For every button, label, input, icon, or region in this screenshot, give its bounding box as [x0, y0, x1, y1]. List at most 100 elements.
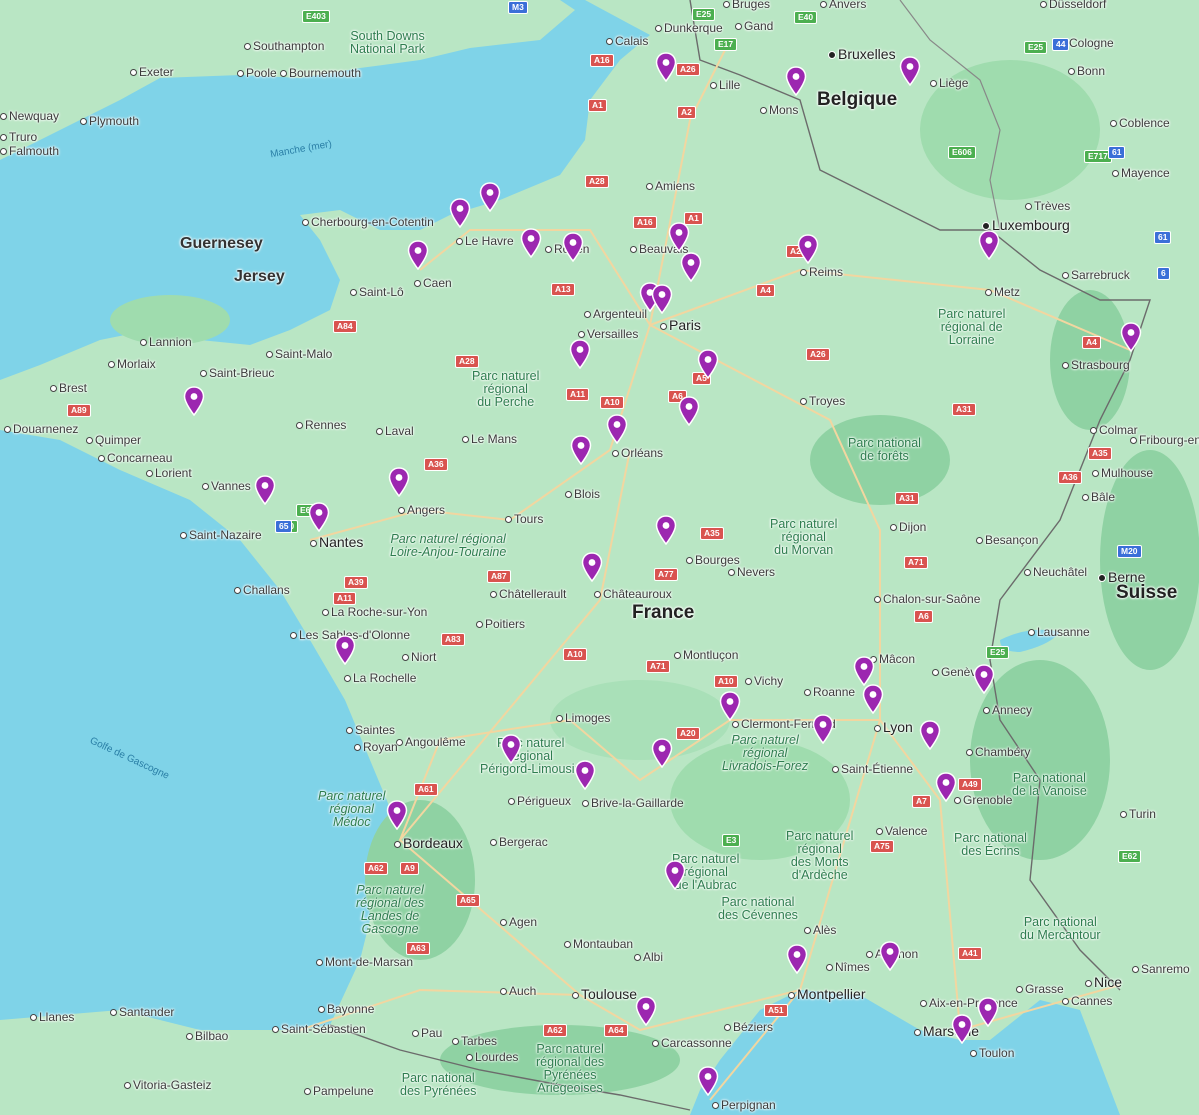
location-pin-icon[interactable] — [254, 475, 276, 505]
location-pin-icon[interactable] — [899, 56, 921, 86]
location-pin-icon[interactable] — [812, 714, 834, 744]
location-pin-icon[interactable] — [407, 240, 429, 270]
road-shield: A89 — [67, 404, 91, 417]
road-shield: A71 — [904, 556, 928, 569]
city-label: Anvers — [820, 0, 866, 11]
location-pin-icon[interactable] — [569, 339, 591, 369]
location-pin-icon[interactable] — [951, 1014, 973, 1044]
location-pin-icon[interactable] — [719, 691, 741, 721]
city-label: Santander — [110, 1005, 174, 1019]
road-shield: E25 — [1024, 41, 1048, 54]
city-label: Llanes — [30, 1010, 74, 1024]
location-pin-icon[interactable] — [574, 760, 596, 790]
city-label: Lannion — [140, 335, 192, 349]
road-shield: 65 — [275, 520, 293, 533]
city-label: Saint-Nazaire — [180, 528, 262, 542]
city-label: Caen — [414, 276, 452, 290]
city-label: Vitoria-Gasteiz — [124, 1078, 211, 1092]
location-pin-icon[interactable] — [562, 232, 584, 262]
city-label: Troyes — [800, 394, 845, 408]
road-shield: A2 — [677, 106, 696, 119]
road-shield: 44 — [1052, 38, 1070, 51]
city-label: Cannes — [1062, 994, 1112, 1008]
location-pin-icon[interactable] — [978, 230, 1000, 260]
city-label: Blois — [565, 487, 600, 501]
location-pin-icon[interactable] — [664, 860, 686, 890]
location-pin-icon[interactable] — [386, 800, 408, 830]
city-label: Lorient — [146, 466, 192, 480]
location-pin-icon[interactable] — [668, 222, 690, 252]
location-pin-icon[interactable] — [680, 252, 702, 282]
location-pin-icon[interactable] — [651, 284, 673, 314]
location-pin-icon[interactable] — [308, 502, 330, 532]
location-pin-icon[interactable] — [797, 234, 819, 264]
park-label: Parc naturel régional Périgord-Limousin — [480, 736, 582, 776]
location-pin-icon[interactable] — [655, 52, 677, 82]
city-label: Gand — [735, 19, 773, 33]
road-shield: A31 — [895, 492, 919, 505]
city-label: Saint-Étienne — [832, 762, 913, 776]
city-label: Mons — [760, 103, 798, 117]
location-pin-icon[interactable] — [697, 1066, 719, 1096]
park-label: Parc national des Écrins — [954, 831, 1027, 858]
city-label: Limoges — [556, 711, 610, 725]
location-pin-icon[interactable] — [697, 349, 719, 379]
location-pin-icon[interactable] — [919, 720, 941, 750]
city-label: Neuchâtel — [1024, 565, 1087, 579]
location-pin-icon[interactable] — [853, 656, 875, 686]
location-pin-icon[interactable] — [183, 386, 205, 416]
road-shield: A41 — [958, 947, 982, 960]
location-pin-icon[interactable] — [520, 228, 542, 258]
road-shield: A83 — [441, 633, 465, 646]
city-label: Sarrebruck — [1062, 268, 1130, 282]
city-label: Nevers — [728, 565, 775, 579]
city-label: Saint-Lô — [350, 285, 404, 299]
park-label: Parc national de la Vanoise — [1012, 771, 1087, 798]
location-pin-icon[interactable] — [935, 772, 957, 802]
location-pin-icon[interactable] — [570, 435, 592, 465]
city-label: Pampelune — [304, 1084, 374, 1098]
location-pin-icon[interactable] — [388, 467, 410, 497]
location-pin-icon[interactable] — [655, 515, 677, 545]
road-shield: A51 — [764, 1004, 788, 1017]
location-pin-icon[interactable] — [635, 996, 657, 1026]
city-label: Exeter — [130, 65, 174, 79]
location-pin-icon[interactable] — [973, 664, 995, 694]
city-label: Chambéry — [966, 745, 1030, 759]
city-label: Rennes — [296, 418, 346, 432]
location-pin-icon[interactable] — [1120, 322, 1142, 352]
road-shield: 61 — [1108, 146, 1126, 159]
road-shield: A35 — [1088, 447, 1112, 460]
map-canvas[interactable]: France Belgique Suisse Guernesey Jersey Paris… — [0, 0, 1199, 1115]
road-shield: E25 — [986, 646, 1010, 659]
city-label: Besançon — [976, 533, 1038, 547]
location-pin-icon[interactable] — [879, 941, 901, 971]
location-pin-icon[interactable] — [651, 738, 673, 768]
city-label: Mont-de-Marsan — [316, 955, 413, 969]
location-pin-icon[interactable] — [479, 182, 501, 212]
city-label: Mâcon — [870, 652, 915, 666]
location-pin-icon[interactable] — [500, 734, 522, 764]
road-shield: E403 — [302, 10, 330, 23]
location-pin-icon[interactable] — [581, 552, 603, 582]
location-pin-icon[interactable] — [786, 944, 808, 974]
city-label: Liège — [930, 76, 968, 90]
location-pin-icon[interactable] — [977, 997, 999, 1027]
location-pin-icon[interactable] — [678, 396, 700, 426]
city-label: Tours — [505, 512, 543, 526]
location-pin-icon[interactable] — [334, 635, 356, 665]
city-label: Reims — [800, 265, 843, 279]
city-label: Coblence — [1110, 116, 1170, 130]
city-label: Lourdes — [466, 1050, 518, 1064]
location-pin-icon[interactable] — [449, 198, 471, 228]
city-label: Bergerac — [490, 835, 548, 849]
city-label: Angers — [398, 503, 445, 517]
island-label: Guernesey — [180, 235, 263, 252]
location-pin-icon[interactable] — [862, 684, 884, 714]
city-label: Poitiers — [476, 617, 525, 631]
location-pin-icon[interactable] — [785, 66, 807, 96]
city-label: Valence — [876, 824, 927, 838]
location-pin-icon[interactable] — [606, 414, 628, 444]
city-label: Turin — [1120, 807, 1156, 821]
city-label: Bordeaux — [394, 836, 463, 850]
